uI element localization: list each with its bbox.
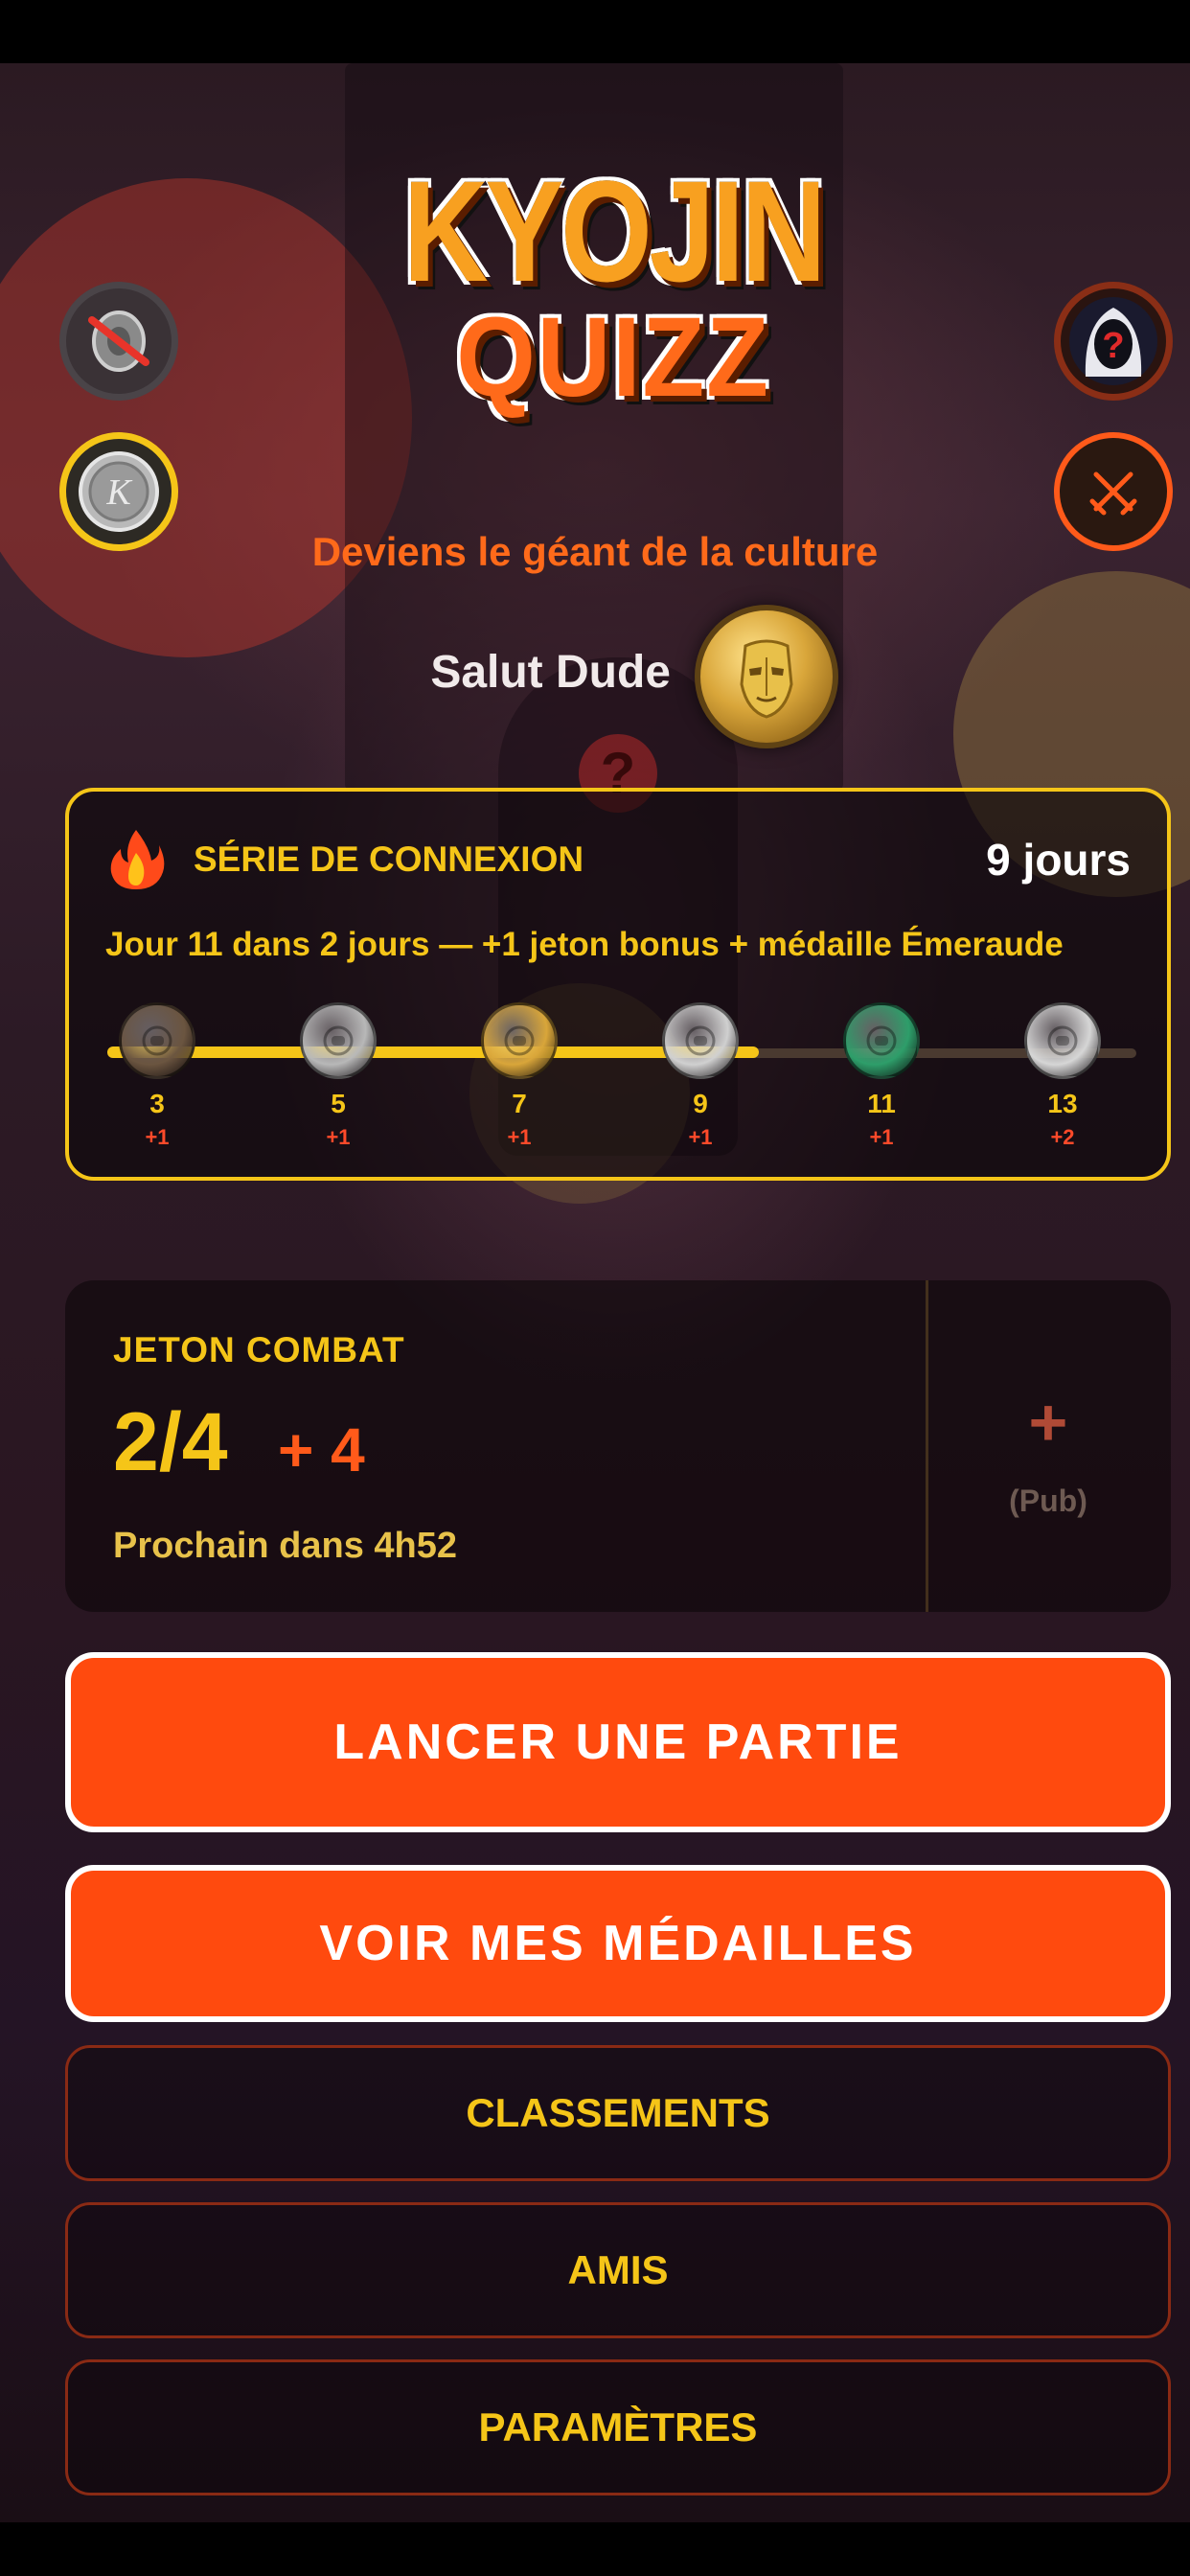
milestone-bonus-label: +1: [145, 1125, 170, 1149]
home-screen: ? KYOJIN QUIZZ K ? Deviens le géant de l…: [0, 63, 1190, 2522]
milestone-bonus-label: +1: [869, 1125, 894, 1149]
milestone-medal-icon: [843, 1002, 920, 1079]
milestone-day-label: 7: [512, 1089, 527, 1118]
streak-title: SÉRIE DE CONNEXION: [194, 840, 584, 879]
milestone-day-label: 9: [693, 1089, 708, 1118]
milestone-medal-icon: [662, 1002, 739, 1079]
milestone-day-label: 11: [867, 1089, 896, 1118]
settings-button[interactable]: PARAMÈTRES: [65, 2359, 1171, 2496]
rankings-button[interactable]: CLASSEMENTS: [65, 2045, 1171, 2181]
tagline: Deviens le géant de la culture: [311, 529, 879, 574]
token-bonus: + 4: [278, 1415, 365, 1484]
status-bar: [0, 0, 1190, 63]
milestone-day-label: 13: [1047, 1089, 1078, 1118]
silver-coin-icon: K: [79, 451, 159, 532]
svg-text:?: ?: [1102, 326, 1124, 366]
milestone-bonus-label: +1: [326, 1125, 351, 1149]
milestone-medal-icon: [119, 1002, 195, 1079]
milestone-bonus-label: +1: [507, 1125, 532, 1149]
watch-ad-label[interactable]: (Pub): [926, 1484, 1171, 1519]
speaker-muted-icon: [88, 310, 149, 372]
streak-milestone-day-13: 13 +2: [1005, 1002, 1120, 1150]
logo-subtitle: QUIZZ: [456, 294, 770, 421]
view-medals-button[interactable]: VOIR MES MÉDAILLES: [65, 1865, 1171, 2022]
gold-mask-medal-icon: [740, 639, 793, 719]
streak-milestone-day-5: 5 +1: [281, 1002, 396, 1150]
token-next-refill: Prochain dans 4h52: [113, 1526, 458, 1566]
flame-icon: [110, 830, 165, 889]
friends-button[interactable]: AMIS: [65, 2202, 1171, 2338]
app-logo: KYOJIN QUIZZ: [287, 150, 929, 456]
streak-milestone-day-11: 11 +1: [824, 1002, 939, 1150]
milestone-day-label: 3: [149, 1089, 165, 1118]
token-label: JETON COMBAT: [113, 1330, 405, 1369]
navigation-bar: [0, 2522, 1190, 2576]
milestone-medal-icon: [1024, 1002, 1101, 1079]
milestone-bonus-label: +1: [688, 1125, 713, 1149]
milestone-medal-icon: [300, 1002, 377, 1079]
play-button[interactable]: LANCER UNE PARTIE: [65, 1652, 1171, 1832]
login-streak-card: SÉRIE DE CONNEXION 9 jours Jour 11 dans …: [65, 788, 1171, 1181]
milestone-medal-icon: [481, 1002, 558, 1079]
streak-next-reward: Jour 11 dans 2 jours — +1 jeton bonus + …: [105, 926, 1064, 963]
token-count: 2/4: [113, 1396, 228, 1488]
milestone-day-label: 5: [331, 1089, 346, 1118]
sound-toggle-button[interactable]: [59, 282, 178, 401]
streak-milestone-day-9: 9 +1: [643, 1002, 758, 1150]
milestone-bonus-label: +2: [1050, 1125, 1075, 1149]
hooded-mystery-avatar-icon: ?: [1069, 297, 1157, 385]
profile-avatar-button[interactable]: ?: [1054, 282, 1173, 401]
svg-text:K: K: [105, 472, 132, 513]
crossed-swords-icon: [1089, 472, 1137, 516]
streak-milestone-day-3: 3 +1: [100, 1002, 215, 1150]
watch-ad-plus-button[interactable]: +: [926, 1384, 1171, 1460]
greeting-text: Salut Dude: [430, 647, 671, 698]
logo-title: KYOJIN: [402, 150, 827, 311]
battle-token-card: JETON COMBAT 2/4 + 4 Prochain dans 4h52 …: [65, 1280, 1171, 1612]
streak-milestone-day-7: 7 +1: [462, 1002, 577, 1150]
profile-medal[interactable]: [695, 605, 838, 748]
streak-days-count: 9 jours: [986, 835, 1131, 885]
